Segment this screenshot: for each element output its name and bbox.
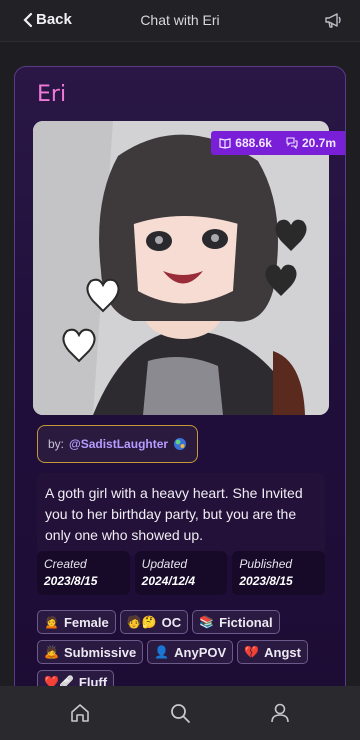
tag-list: 🙍 Female 🧑🤔 OC 📚 Fictional 🙇 Submissive 👤 Any… (37, 610, 333, 694)
tag-submissive[interactable]: 🙇 Submissive (37, 640, 144, 664)
character-card: Eri 688.6k 20.7m by: @SadistLaughter A g… (14, 66, 346, 706)
author-link[interactable]: by: @SadistLaughter (37, 425, 199, 463)
date-value: 2023/8/15 (44, 574, 98, 588)
date-value: 2024/12/4 (141, 574, 196, 588)
dates-row: Created 2023/8/15 Updated 2024/12/4 Publ… (37, 551, 326, 595)
date-label: Created (44, 557, 87, 571)
home-icon[interactable] (60, 693, 100, 733)
tag-label: Female (63, 614, 109, 630)
tag-angst[interactable]: 💔 Angst (237, 640, 308, 664)
author-handle: @SadistLaughter (69, 437, 169, 451)
tag-emoji: 💔 (244, 645, 260, 659)
tag-oc[interactable]: 🧑🤔 OC (119, 610, 189, 634)
character-name: Eri (37, 82, 67, 107)
date-label: Updated (141, 557, 188, 571)
megaphone-icon[interactable] (324, 10, 344, 35)
top-bar: Back Chat with Eri (0, 0, 360, 42)
tag-fictional[interactable]: 📚 Fictional (192, 610, 280, 634)
character-description: A goth girl with a heavy heart. She Invi… (37, 473, 325, 556)
book-icon (219, 138, 231, 149)
tag-female[interactable]: 🙍 Female (37, 610, 116, 634)
chats-count: 20.7m (301, 136, 336, 150)
bottom-nav (0, 686, 360, 740)
chat-icon (286, 137, 298, 149)
search-icon[interactable] (160, 693, 200, 733)
tag-label: AnyPOV (174, 644, 227, 660)
date-label: Published (239, 557, 293, 571)
tag-label: OC (161, 614, 182, 630)
author-prefix: by: (48, 437, 65, 451)
updated-date: Updated 2024/12/4 (134, 551, 228, 595)
tag-emoji: 🙇 (44, 645, 59, 659)
tag-emoji: 👤 (154, 645, 170, 659)
tag-label: Fictional (219, 614, 273, 630)
tag-label: Submissive (63, 644, 137, 660)
created-date: Created 2023/8/15 (37, 551, 130, 595)
verified-badge-icon (174, 438, 187, 450)
stats-badge: 688.6k 20.7m (211, 131, 345, 155)
date-value: 2023/8/15 (239, 574, 293, 588)
published-date: Published 2023/8/15 (232, 551, 326, 595)
tag-anypov[interactable]: 👤 AnyPOV (147, 640, 234, 664)
tag-emoji: 📚 (199, 615, 215, 629)
reads-count: 688.6k (235, 136, 272, 150)
tag-emoji: 🧑🤔 (126, 615, 157, 629)
tag-emoji: 🙍 (44, 615, 59, 629)
tag-label: Angst (264, 644, 301, 660)
page-title: Chat with Eri (140, 12, 220, 28)
character-portrait (33, 121, 329, 415)
profile-icon[interactable] (260, 693, 300, 733)
